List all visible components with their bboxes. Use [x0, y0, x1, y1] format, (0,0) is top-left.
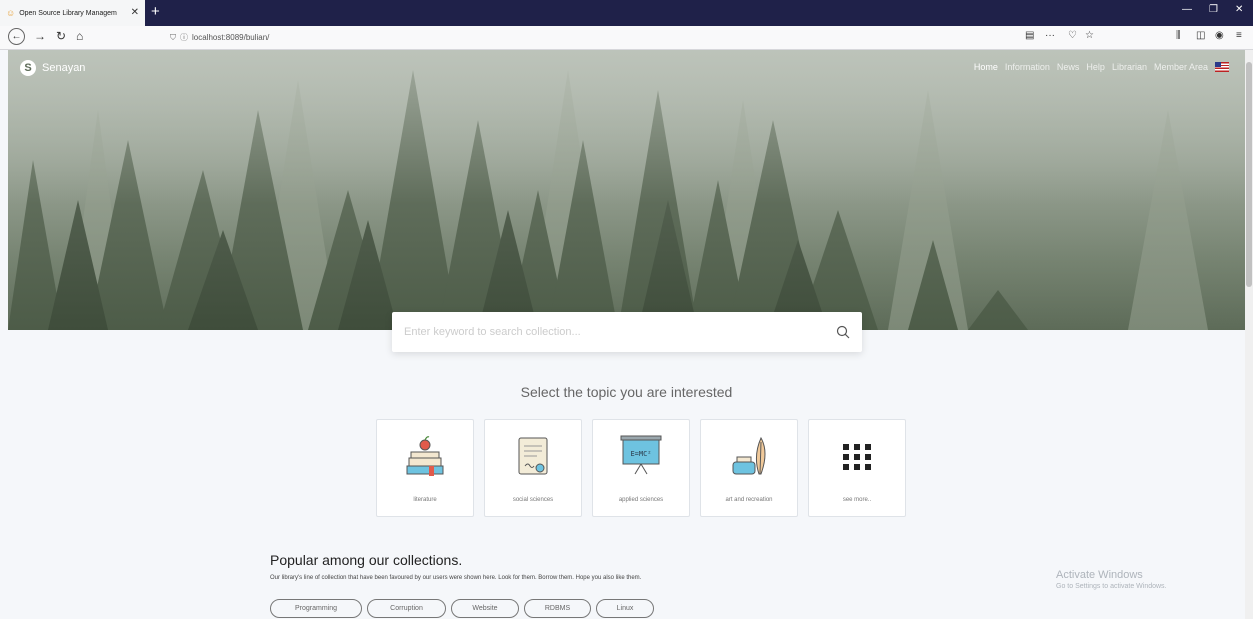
scrollbar-thumb[interactable] — [1246, 62, 1252, 287]
topic-label: see more.. — [842, 497, 872, 503]
library-icon[interactable]: ⫼ — [1176, 30, 1181, 41]
menu-item-information[interactable]: Information — [1005, 62, 1050, 72]
close-tab-icon[interactable]: ✕ — [131, 7, 139, 18]
topic-art-and-recreation[interactable]: art and recreation — [700, 419, 798, 517]
favicon-icon: ☺ — [6, 8, 16, 18]
tag-linux[interactable]: Linux — [596, 599, 654, 618]
windows-activation-watermark: Activate Windows Go to Settings to activ… — [1056, 569, 1167, 590]
watermark-line-2: Go to Settings to activate Windows. — [1056, 583, 1167, 590]
topic-see-more[interactable]: see more.. — [808, 419, 906, 517]
forest-image — [8, 50, 1245, 330]
tab-title: Open Source Library Managem — [19, 9, 117, 17]
menu-item-help[interactable]: Help — [1086, 62, 1105, 72]
tag-website[interactable]: Website — [451, 599, 519, 618]
menu-item-home[interactable]: Home — [974, 62, 998, 72]
forward-icon[interactable]: → — [34, 29, 46, 43]
search-icon[interactable] — [836, 325, 850, 339]
pocket-icon[interactable]: ♡ — [1068, 30, 1077, 41]
blackboard-icon: E=MC² — [620, 435, 662, 475]
topic-literature[interactable]: literature — [376, 419, 474, 517]
reader-view-icon[interactable]: ▤ — [1025, 30, 1034, 41]
svg-text:E=MC²: E=MC² — [630, 450, 651, 458]
topic-applied-sciences[interactable]: E=MC² applied sciences — [592, 419, 690, 517]
url-bar[interactable]: ⛉ ⓘ localhost:8089/bulian/ — [160, 29, 1100, 46]
topic-label: applied sciences — [618, 497, 664, 503]
maximize-icon[interactable]: ❐ — [1209, 4, 1218, 15]
page-scrollbar[interactable] — [1245, 50, 1253, 619]
topic-label: art and recreation — [725, 497, 773, 503]
topics-heading: Select the topic you are interested — [520, 384, 733, 400]
browser-nav-bar: ← → ↻ ⌂ ⛉ ⓘ localhost:8089/bulian/ ▤ ···… — [0, 26, 1253, 50]
main-menu: Home Information News Help Librarian Mem… — [974, 62, 1229, 72]
browser-tab[interactable]: ☺ Open Source Library Managem ✕ — [0, 0, 145, 26]
certificate-icon — [518, 437, 548, 475]
popular-description: Our library's line of collection that ha… — [270, 575, 642, 581]
page-actions-icon[interactable]: ··· — [1045, 30, 1055, 41]
extension-icon[interactable]: ◉ — [1215, 30, 1224, 41]
sidebar-icon[interactable]: ◫ — [1196, 30, 1205, 41]
tag-rdbms[interactable]: RDBMS — [524, 599, 591, 618]
home-icon[interactable]: ⌂ — [76, 29, 83, 43]
popular-heading: Popular among our collections. — [270, 552, 463, 568]
topic-label: social sciences — [512, 497, 554, 503]
browser-tab-bar: ☺ Open Source Library Managem ✕ + — ❐ ✕ — [0, 0, 1253, 26]
tag-programming[interactable]: Programming — [270, 599, 362, 618]
topic-list: literature social sciences E=MC² applied… — [376, 419, 906, 517]
books-apple-icon — [406, 436, 444, 476]
popular-section: Popular among our collections. Our libra… — [270, 552, 641, 581]
grid-icon — [843, 444, 871, 470]
watermark-line-1: Activate Windows — [1056, 569, 1143, 581]
search-box — [392, 312, 862, 352]
menu-item-news[interactable]: News — [1057, 62, 1080, 72]
new-tab-button[interactable]: + — [151, 3, 160, 20]
url-text: localhost:8089/bulian/ — [192, 33, 270, 42]
popular-tags: Programming Corruption Website RDBMS Lin… — [270, 599, 654, 618]
search-input[interactable] — [404, 326, 836, 338]
shield-icon: ⛉ — [170, 32, 176, 42]
language-flag-icon[interactable] — [1215, 62, 1229, 72]
site-brand[interactable]: S Senayan — [20, 60, 85, 76]
hero-banner — [8, 50, 1245, 330]
menu-item-librarian[interactable]: Librarian — [1112, 62, 1147, 72]
topic-label: literature — [413, 497, 437, 503]
back-button[interactable]: ← — [8, 28, 25, 45]
bookmark-star-icon[interactable]: ☆ — [1085, 30, 1094, 41]
minimize-icon[interactable]: — — [1182, 4, 1192, 15]
brand-name: Senayan — [42, 62, 86, 74]
window-close-icon[interactable]: ✕ — [1235, 4, 1243, 15]
hamburger-menu-icon[interactable]: ≡ — [1236, 30, 1242, 41]
ink-feather-icon — [732, 436, 766, 475]
tag-corruption[interactable]: Corruption — [367, 599, 446, 618]
info-icon[interactable]: ⓘ — [180, 32, 188, 43]
menu-item-member-area[interactable]: Member Area — [1154, 62, 1208, 72]
reload-icon[interactable]: ↻ — [56, 29, 66, 43]
topic-social-sciences[interactable]: social sciences — [484, 419, 582, 517]
senayan-logo-icon: S — [20, 60, 36, 76]
